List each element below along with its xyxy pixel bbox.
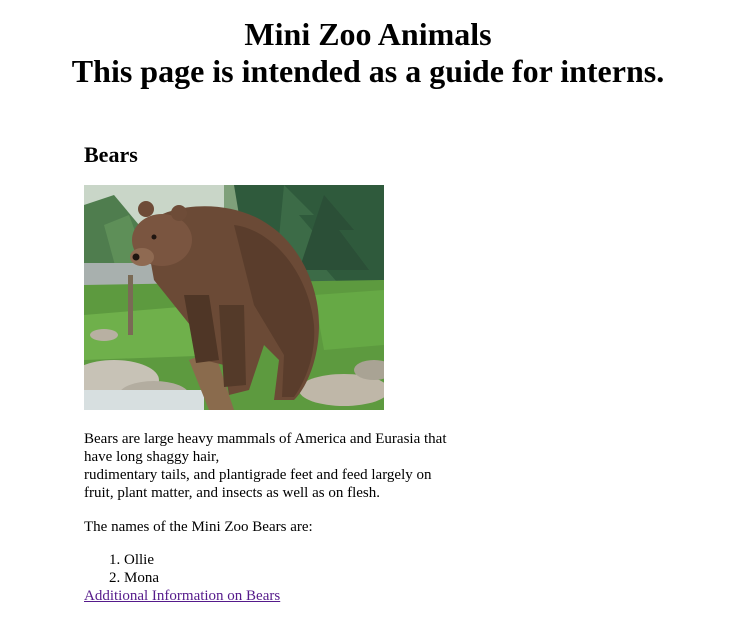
bear-names-list: Ollie Mona	[84, 551, 484, 587]
page-subtitle: This page is intended as a guide for int…	[71, 53, 665, 89]
description-line: fruit, plant matter, and insects as well…	[84, 485, 380, 501]
bear-description: Bears are large heavy mammals of America…	[84, 430, 484, 502]
additional-info-link[interactable]: Additional Information on Bears	[84, 587, 280, 605]
page-header: Mini Zoo Animals This page is intended a…	[0, 0, 736, 90]
description-line: have long shaggy hair,	[84, 449, 220, 465]
page: Mini Zoo Animals This page is intended a…	[0, 0, 736, 620]
description-line: Bears are large heavy mammals of America…	[84, 431, 447, 447]
page-title: Mini Zoo Animals	[244, 16, 492, 52]
section-title: Bears	[84, 142, 138, 167]
list-item: Mona	[124, 569, 484, 587]
bears-section: Bears Bears are large heavy mammals of A…	[84, 140, 484, 605]
description-line: rudimentary tails, and plantigrade feet …	[84, 467, 432, 483]
names-intro: The names of the Mini Zoo Bears are:	[84, 519, 313, 535]
list-item: Ollie	[124, 551, 484, 569]
bear-photo	[84, 185, 384, 410]
